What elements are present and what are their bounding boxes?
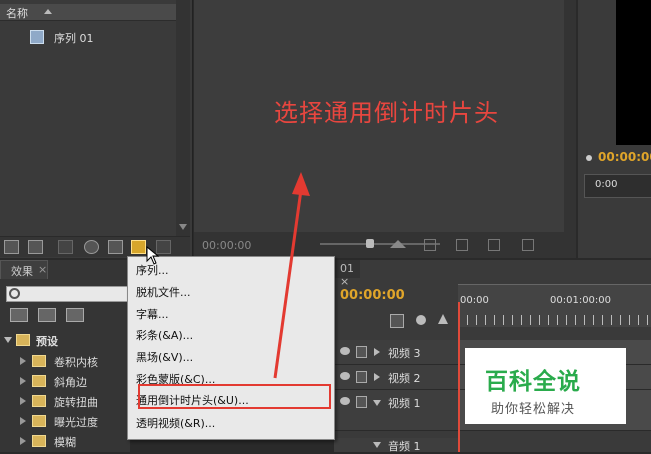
watermark-title: 百科全说	[485, 369, 581, 395]
mouse-cursor-icon	[146, 246, 160, 265]
watermark-logo: 百科全说 助你轻松解决	[465, 348, 626, 424]
watermark-subtitle: 助你轻松解决	[491, 402, 576, 417]
arrow-shaft	[273, 189, 303, 379]
arrow-head	[292, 172, 310, 196]
